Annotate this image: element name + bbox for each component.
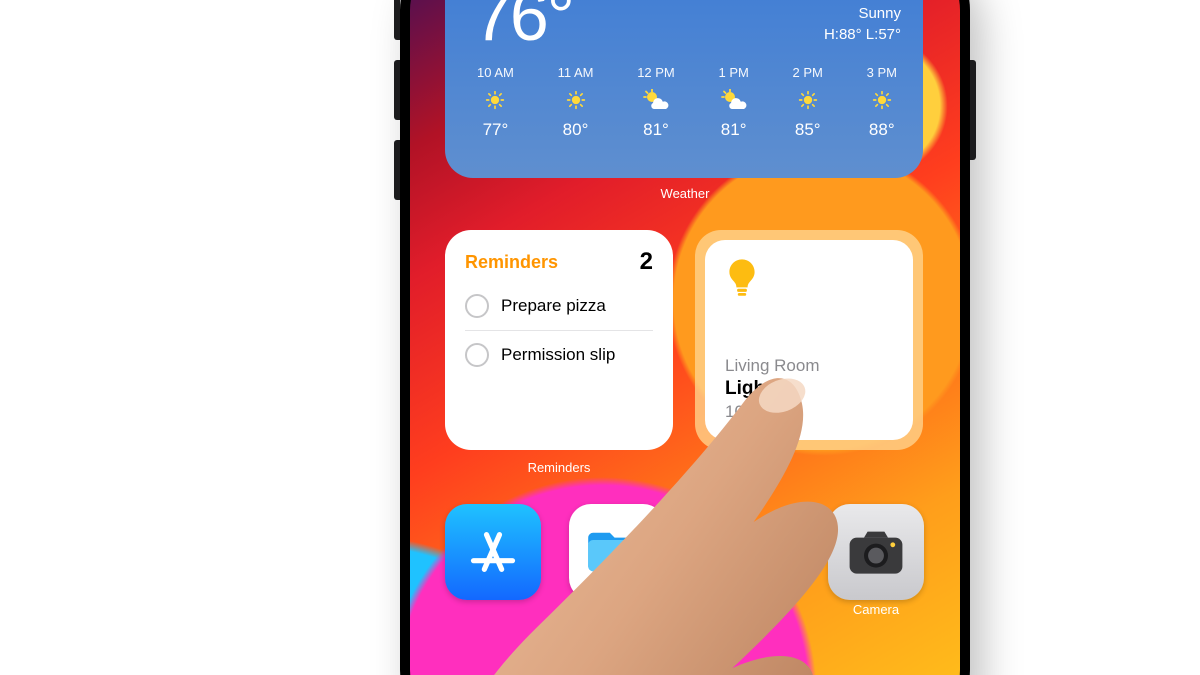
weather-hour: 12 PM 81°	[637, 65, 675, 140]
app-icon-appstore[interactable]	[445, 504, 541, 600]
weather-hourly-row: 10 AM 77° 11 AM 80° 12 PM 81° 1 PM 81° 2 PM 85° 3 …	[473, 65, 901, 140]
weather-hour-time: 2 PM	[793, 65, 823, 80]
weather-hour: 11 AM 80°	[558, 65, 594, 140]
sun-icon	[477, 88, 514, 112]
reminder-text: Permission slip	[501, 345, 615, 365]
sun-icon	[793, 88, 823, 112]
weather-hour-time: 1 PM	[718, 65, 748, 80]
reminder-item[interactable]: Permission slip	[465, 330, 653, 379]
reminders-count: 2	[640, 248, 653, 276]
reminder-item[interactable]: Prepare pizza	[465, 282, 653, 330]
weather-hour-temp: 77°	[477, 120, 514, 140]
app-icon-files[interactable]	[569, 504, 665, 600]
home-screen[interactable]: Sonoma 76° Sunny H:88° L:57° 10 AM77°11 …	[410, 0, 960, 675]
reminder-text: Prepare pizza	[501, 296, 606, 316]
sun-icon	[558, 88, 594, 112]
sun-cloud-icon	[718, 88, 748, 112]
sun-cloud-icon	[637, 88, 675, 112]
weather-hour-time: 3 PM	[867, 65, 897, 80]
weather-hour: 1 PM 81°	[718, 65, 748, 140]
weather-hour-time: 12 PM	[637, 65, 675, 80]
weather-hour-temp: 81°	[718, 120, 748, 140]
weather-hour-time: 10 AM	[477, 65, 514, 80]
reminders-title: Reminders	[465, 252, 558, 273]
weather-hour-temp: 80°	[558, 120, 594, 140]
weather-current-temp: 76°	[473, 0, 573, 51]
home-room: Living Room	[725, 356, 893, 376]
reminders-list: Prepare pizza Permission slip	[465, 282, 653, 379]
home-accessory-name: Lights	[725, 378, 893, 400]
weather-hour-time: 11 AM	[558, 65, 594, 80]
reminders-widget-label: Reminders	[445, 460, 673, 475]
weather-hour-temp: 85°	[793, 120, 823, 140]
home-widget[interactable]: Living Room Lights 100%	[695, 230, 923, 450]
app-icon-camera[interactable]	[828, 504, 924, 600]
home-brightness: 100%	[725, 402, 893, 422]
reminder-checkbox[interactable]	[465, 294, 489, 318]
weather-widget-label: Weather	[410, 186, 960, 201]
weather-high-low: H:88° L:57°	[824, 26, 901, 43]
phone-frame: Sonoma 76° Sunny H:88° L:57° 10 AM77°11 …	[400, 0, 970, 675]
sun-icon	[867, 88, 897, 112]
weather-hour-temp: 88°	[867, 120, 897, 140]
weather-widget[interactable]: Sonoma 76° Sunny H:88° L:57° 10 AM77°11 …	[445, 0, 923, 178]
weather-hour: 10 AM 77°	[477, 65, 514, 140]
camera-app-label: Camera	[828, 602, 924, 617]
weather-hour-temp: 81°	[637, 120, 675, 140]
weather-condition: Sunny	[858, 5, 901, 22]
weather-hour: 3 PM 88°	[867, 65, 897, 140]
lightbulb-icon	[725, 258, 893, 305]
reminder-checkbox[interactable]	[465, 343, 489, 367]
weather-hour: 2 PM 85°	[793, 65, 823, 140]
reminders-widget[interactable]: Reminders 2 Prepare pizza Permission slip	[445, 230, 673, 450]
